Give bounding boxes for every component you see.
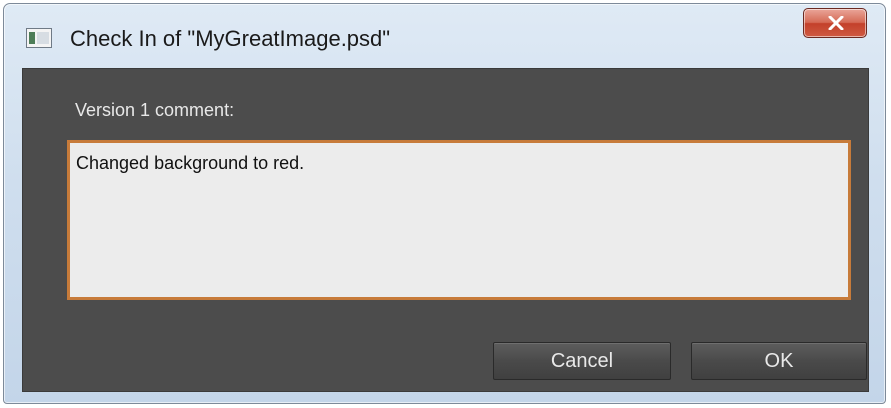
cancel-button[interactable]: Cancel <box>493 342 671 380</box>
window-title: Check In of "MyGreatImage.psd" <box>70 26 391 51</box>
close-icon <box>828 16 844 30</box>
comment-label: Version 1 comment: <box>75 100 235 120</box>
ok-button[interactable]: OK <box>691 342 867 380</box>
check-in-dialog: Check In of "MyGreatImage.psd" Version 1… <box>3 3 886 404</box>
title-bar[interactable]: Check In of "MyGreatImage.psd" <box>4 4 885 60</box>
comment-field[interactable]: Changed background to red. <box>67 140 851 300</box>
app-icon <box>26 28 52 48</box>
close-button[interactable] <box>803 8 867 38</box>
dialog-content: Version 1 comment: Changed background to… <box>22 68 869 392</box>
